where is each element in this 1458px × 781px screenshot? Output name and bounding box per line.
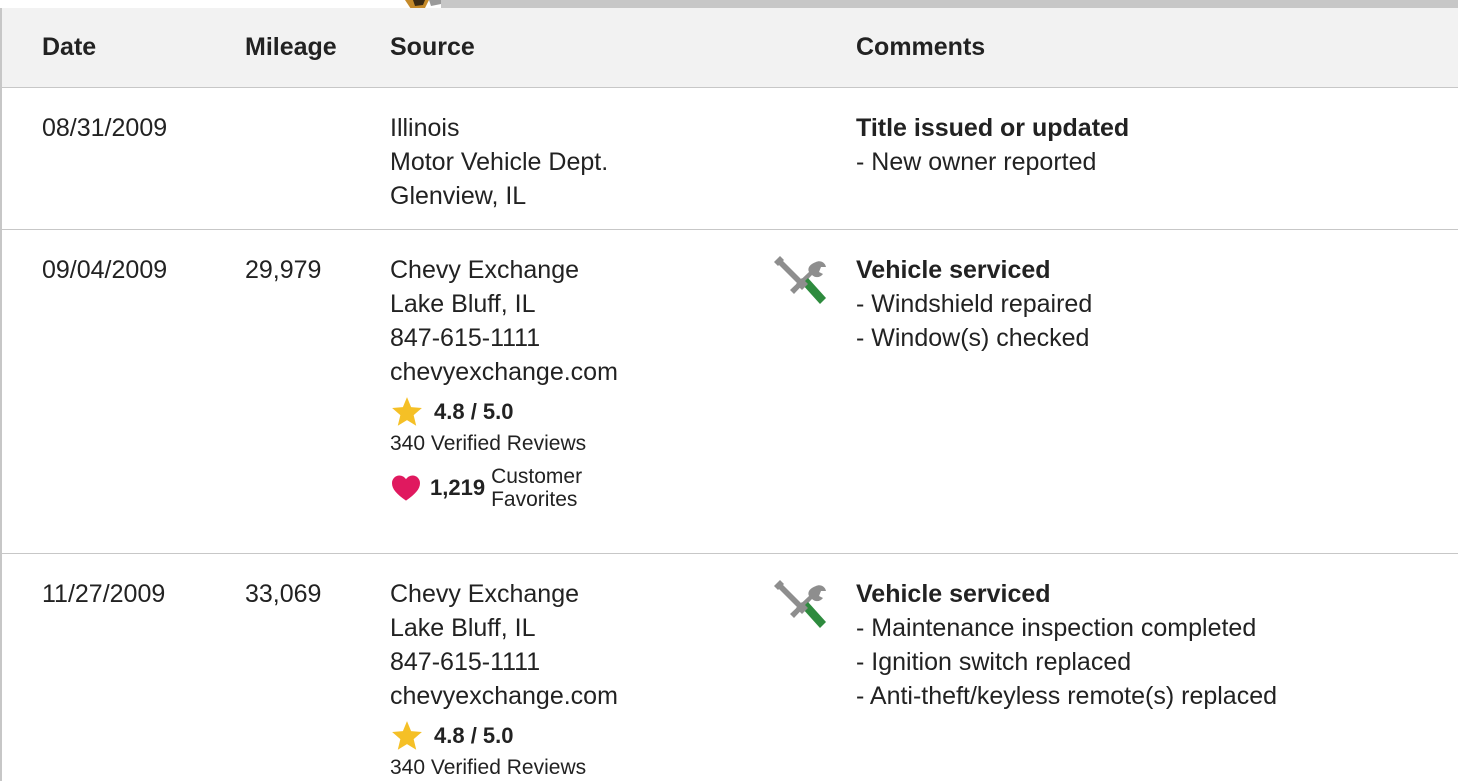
- source-location: Lake Bluff, IL: [390, 289, 536, 318]
- header-mileage: Mileage: [245, 32, 337, 61]
- header-source: Source: [390, 32, 475, 61]
- rating-score: 4.8 / 5.0: [434, 722, 514, 748]
- table-header-row: Date Mileage Source Comments: [1, 8, 1458, 87]
- source-line: Motor Vehicle Dept.: [390, 147, 609, 176]
- source-name: Chevy Exchange: [390, 579, 580, 608]
- star-icon: [392, 396, 422, 426]
- rating-score: 4.8 / 5.0: [434, 398, 514, 424]
- wrench-screwdriver-icon: [774, 579, 826, 628]
- comment-item: - Maintenance inspection completed: [856, 613, 1257, 642]
- favorites-count: 1,219: [430, 474, 486, 500]
- row-mileage: 33,069: [245, 579, 322, 608]
- history-frame: Date Mileage Source Comments 08/31/2009 …: [0, 0, 1458, 781]
- verified-reviews-link[interactable]: 340 Verified Reviews: [390, 429, 762, 459]
- header-comments: Comments: [856, 32, 986, 61]
- row-source: Illinois Motor Vehicle Dept. Glenview, I…: [390, 87, 762, 229]
- comment-item: - Anti-theft/keyless remote(s) replaced: [856, 681, 1278, 710]
- row-comments: Vehicle serviced - Maintenance inspectio…: [856, 553, 1458, 781]
- source-location: Glenview, IL: [390, 181, 527, 210]
- row-date: 11/27/2009: [42, 579, 166, 608]
- row-comments: Vehicle serviced - Windshield repaired -…: [856, 229, 1458, 553]
- table-row: 09/04/2009 29,979 Chevy Exchange Lake Bl…: [1, 229, 1458, 553]
- table-row: 08/31/2009 Illinois Motor Vehicle Dept. …: [1, 87, 1458, 229]
- row-source: Chevy Exchange Lake Bluff, IL 847-615-11…: [390, 229, 762, 553]
- vehicle-history-table: Date Mileage Source Comments 08/31/2009 …: [0, 8, 1458, 781]
- comment-item: - Ignition switch replaced: [856, 647, 1132, 676]
- dealer-rating[interactable]: 4.8 / 5.0: [390, 719, 762, 753]
- row-mileage: 29,979: [245, 255, 322, 284]
- comment-title: Title issued or updated: [856, 113, 1130, 142]
- row-date: 08/31/2009: [42, 113, 168, 142]
- source-name: Illinois: [390, 113, 460, 142]
- comment-item: - New owner reported: [856, 147, 1097, 176]
- comment-title: Vehicle serviced: [856, 255, 1051, 284]
- verified-reviews-link[interactable]: 340 Verified Reviews: [390, 753, 762, 781]
- source-website-link[interactable]: chevyexchange.com: [390, 355, 762, 389]
- favorites-label: Customer Favorites: [491, 464, 583, 511]
- heart-icon: [392, 474, 420, 501]
- top-border: [0, 0, 1458, 8]
- customer-favorites: 1,219 Customer Favorites: [390, 465, 762, 511]
- source-website-link[interactable]: chevyexchange.com: [390, 679, 762, 713]
- row-date: 09/04/2009: [42, 255, 168, 284]
- comment-title: Vehicle serviced: [856, 579, 1051, 608]
- dealer-rating[interactable]: 4.8 / 5.0: [390, 395, 762, 429]
- comment-item: - Window(s) checked: [856, 323, 1090, 352]
- row-mileage: [245, 87, 390, 229]
- header-date: Date: [42, 32, 97, 61]
- row-source: Chevy Exchange Lake Bluff, IL 847-615-11…: [390, 553, 762, 781]
- comment-item: - Windshield repaired: [856, 289, 1093, 318]
- source-name: Chevy Exchange: [390, 255, 580, 284]
- source-phone[interactable]: 847-615-1111: [390, 645, 762, 679]
- star-icon: [392, 720, 422, 750]
- wrench-screwdriver-icon: [774, 255, 826, 304]
- source-phone[interactable]: 847-615-1111: [390, 321, 762, 355]
- row-comments: Title issued or updated - New owner repo…: [856, 87, 1458, 229]
- source-location: Lake Bluff, IL: [390, 613, 536, 642]
- table-row: 11/27/2009 33,069 Chevy Exchange Lake Bl…: [1, 553, 1458, 781]
